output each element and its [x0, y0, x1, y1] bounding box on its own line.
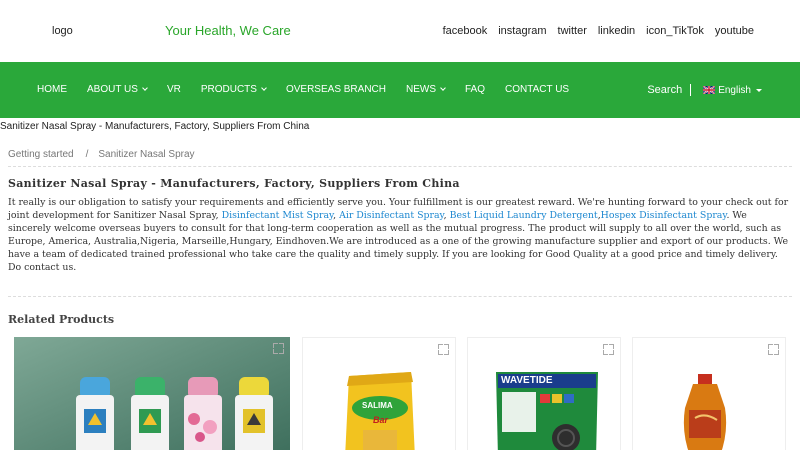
salima-brand-text: SALIMA — [362, 401, 393, 410]
salima-bar-image — [345, 372, 415, 450]
instagram-link[interactable]: instagram — [498, 25, 546, 37]
page-heading: Sanitizer Nasal Spray - Manufacturers, F… — [0, 121, 310, 132]
twitter-link[interactable]: twitter — [558, 25, 587, 37]
product-card[interactable] — [14, 337, 290, 450]
nav-item-faq[interactable]: FAQ — [465, 84, 485, 95]
product-card[interactable]: WAVETIDE — [467, 337, 621, 450]
tiktok-link[interactable]: icon_TikTok — [646, 25, 704, 37]
breadcrumb: Getting started / Sanitizer Nasal Spray — [8, 149, 195, 160]
nav-item-label: FAQ — [465, 84, 486, 95]
search-button[interactable]: Search — [647, 84, 682, 96]
link-hospex-disinfectant-spray[interactable]: Hospex Disinfectant Spray — [601, 210, 727, 221]
link-air-disinfectant-spray[interactable]: Air Disinfectant Spray — [339, 210, 444, 221]
product-card[interactable] — [632, 337, 786, 450]
description-text: It really is our obligation to satisfy y… — [8, 196, 792, 275]
salima-sub-text: Bar — [373, 415, 389, 425]
wavetide-brand-text: WAVETIDE — [501, 375, 553, 386]
linkedin-link[interactable]: linkedin — [598, 25, 635, 37]
divider — [8, 166, 792, 167]
nav-item-about-us[interactable]: ABOUT US — [87, 84, 148, 95]
language-selector[interactable]: English — [703, 85, 762, 96]
breadcrumb-separator: / — [85, 149, 89, 160]
nav-item-news[interactable]: NEWS — [406, 84, 446, 95]
nav-item-label: PRODUCTS — [200, 84, 257, 95]
nav-item-label: VR — [166, 84, 181, 95]
nav-item-home[interactable]: HOME — [37, 84, 67, 95]
link-disinfectant-mist-spray[interactable]: Disinfectant Mist Spray — [222, 210, 333, 221]
slogan: Your Health, We Care — [165, 23, 291, 38]
product-card[interactable]: SALIMA Bar — [302, 337, 456, 450]
nav-item-overseas-branch[interactable]: OVERSEAS BRANCH — [286, 84, 386, 95]
nav-item-label: NEWS — [406, 84, 436, 95]
content-title: Sanitizer Nasal Spray - Manufacturers, F… — [8, 177, 460, 190]
expand-icon[interactable] — [273, 343, 284, 354]
main-nav: HOME ABOUT US VR PRODUCTS OVERSEAS BRANC… — [0, 62, 800, 118]
nav-item-label: CONTACT US — [505, 84, 570, 95]
nav-item-contact-us[interactable]: CONTACT US — [505, 84, 569, 95]
top-bar: logo Your Health, We Care facebook insta… — [0, 0, 800, 62]
chevron-down-icon — [440, 85, 446, 91]
caret-down-icon — [756, 88, 762, 92]
balm-bottle-image — [683, 374, 727, 450]
nav-item-label: ABOUT US — [87, 84, 138, 95]
expand-icon[interactable] — [603, 344, 614, 355]
social-links: facebook instagram twitter linkedin icon… — [443, 25, 754, 37]
language-label: English — [718, 84, 751, 96]
facebook-link[interactable]: facebook — [443, 25, 488, 37]
nav-item-vr[interactable]: VR — [167, 84, 181, 95]
chevron-down-icon — [142, 85, 148, 91]
breadcrumb-item-current[interactable]: Sanitizer Nasal Spray — [98, 149, 194, 160]
wavetide-mosquito-coil-image — [496, 372, 598, 450]
expand-icon[interactable] — [438, 344, 449, 355]
link-best-liquid-laundry-detergent[interactable]: Best Liquid Laundry Detergent — [450, 210, 598, 221]
divider — [8, 296, 792, 297]
related-products-title: Related Products — [8, 313, 115, 326]
logo[interactable]: logo — [52, 25, 73, 37]
youtube-link[interactable]: youtube — [715, 25, 754, 37]
nav-item-label: HOME — [37, 84, 67, 95]
nav-divider — [690, 84, 692, 96]
uk-flag-icon — [703, 86, 716, 94]
chevron-down-icon — [261, 85, 267, 91]
expand-icon[interactable] — [768, 344, 779, 355]
nav-item-label: OVERSEAS BRANCH — [285, 84, 386, 95]
nav-item-products[interactable]: PRODUCTS — [200, 84, 267, 95]
spray-cans-image — [14, 337, 290, 450]
breadcrumb-item-getting-started[interactable]: Getting started — [8, 149, 74, 160]
